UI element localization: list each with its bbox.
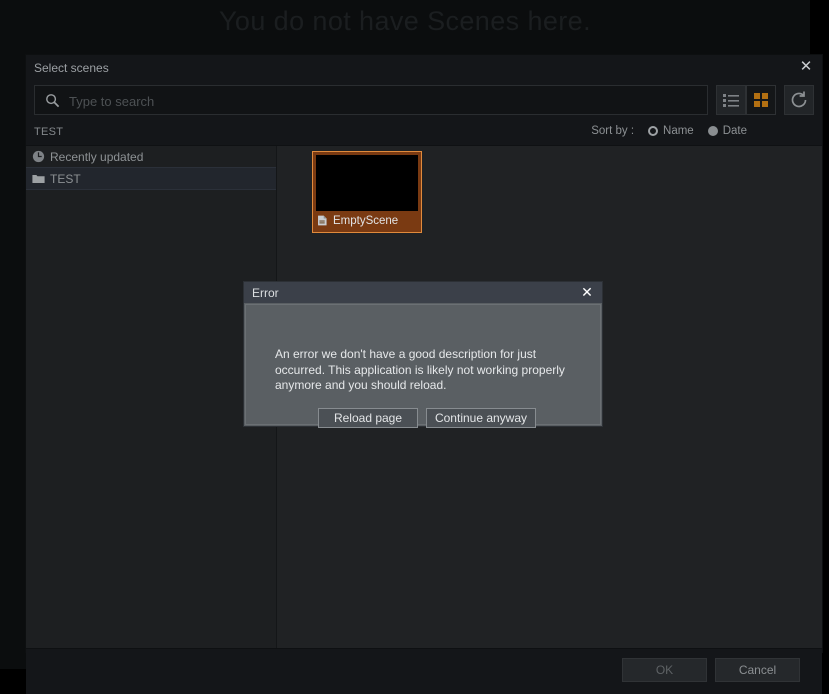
page-empty-heading: You do not have Scenes here. [219, 6, 591, 36]
sidebar-item-test[interactable]: TEST [26, 167, 276, 190]
refresh-icon [791, 91, 807, 108]
search-field-wrapper[interactable] [34, 85, 708, 116]
scene-label-row: EmptyScene [316, 212, 418, 229]
error-dialog-titlebar: Error ✕ [244, 282, 602, 303]
list-view-icon [723, 94, 739, 107]
folder-tree-pane: Recently updated TEST [26, 146, 277, 648]
scene-label: EmptyScene [333, 214, 399, 227]
dialog-footer: OK Cancel [26, 648, 822, 694]
search-input[interactable] [67, 86, 701, 116]
ok-button[interactable]: OK [622, 658, 707, 682]
error-message: An error we don't have a good descriptio… [275, 347, 565, 392]
sort-option-name[interactable]: Name [648, 125, 694, 137]
dialog-titlebar: Select scenes ✕ [26, 55, 822, 81]
close-icon[interactable]: ✕ [578, 283, 596, 301]
refresh-button[interactable] [784, 85, 814, 115]
error-dialog-title: Error [252, 286, 279, 300]
sidebar-item-label: Recently updated [50, 149, 144, 164]
dialog-title: Select scenes [34, 61, 109, 75]
scene-card[interactable]: EmptyScene [312, 151, 422, 233]
list-view-button[interactable] [716, 85, 746, 115]
sidebar-item-label: TEST [50, 171, 81, 186]
grid-view-button[interactable] [746, 85, 776, 115]
error-dialog-body: An error we don't have a good descriptio… [245, 304, 601, 428]
sort-option-date-label: Date [722, 125, 747, 137]
cancel-button[interactable]: Cancel [715, 658, 800, 682]
breadcrumb: TEST [34, 126, 64, 138]
scene-file-icon [318, 215, 327, 226]
sort-option-name-label: Name [663, 125, 694, 137]
search-toolbar [26, 81, 822, 121]
sort-by-label: Sort by : [591, 125, 635, 137]
grid-view-icon [754, 93, 768, 107]
sort-option-date[interactable]: Date [707, 125, 747, 137]
radio-dot-icon [707, 126, 718, 136]
error-dialog: Error ✕ An error we don't have a good de… [244, 282, 602, 428]
sort-controls: Sort by : Name Date [591, 125, 747, 137]
reload-page-button[interactable]: Reload page [318, 408, 418, 428]
continue-anyway-button[interactable]: Continue anyway [426, 408, 536, 428]
clock-icon [32, 150, 45, 163]
radio-ring-icon [648, 126, 659, 136]
scene-thumbnail [316, 155, 418, 211]
sidebar-item-recently-updated[interactable]: Recently updated [26, 146, 276, 167]
folder-icon [32, 174, 45, 183]
sort-toolbar: TEST Sort by : Name Date [26, 121, 822, 146]
close-icon[interactable]: ✕ [796, 57, 816, 77]
search-icon [46, 94, 60, 108]
